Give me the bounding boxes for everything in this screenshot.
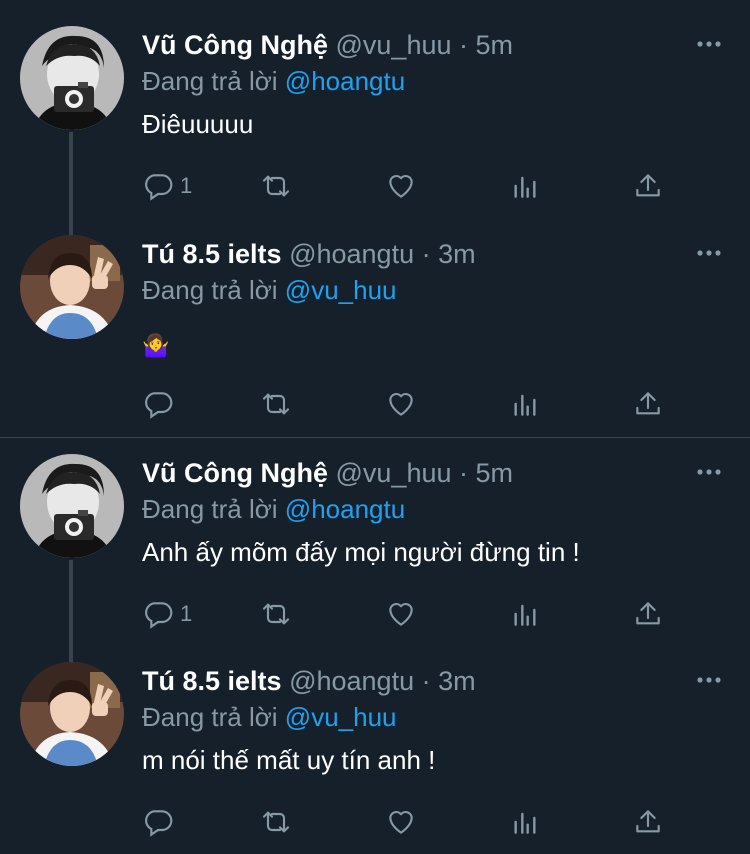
share-button[interactable] <box>632 802 664 842</box>
avatar[interactable] <box>20 454 124 558</box>
replying-to-line: Đang trả lời @hoangtu <box>142 492 405 526</box>
reply-button[interactable] <box>142 384 180 424</box>
reply-icon <box>142 388 174 420</box>
tweet[interactable]: Vũ Công Nghệ @vu_huu · 5m Đang trả lời @… <box>0 0 750 236</box>
separator-dot: · <box>421 666 431 696</box>
analytics-button[interactable] <box>509 594 541 634</box>
tweet-text: Anh ấy mõm đấy mọi người đừng tin ! <box>142 537 580 567</box>
retweet-button[interactable] <box>260 166 292 206</box>
like-button[interactable] <box>385 384 417 424</box>
retweet-icon <box>260 170 292 202</box>
separator-dot: · <box>459 30 469 60</box>
more-options-icon[interactable] <box>696 462 722 482</box>
separator-dot: · <box>459 458 469 488</box>
tweet[interactable]: Vũ Công Nghệ @vu_huu · 5m Đang trả lời @… <box>0 428 750 664</box>
reply-count: 1 <box>180 173 193 198</box>
display-name[interactable]: Vũ Công Nghệ <box>142 458 328 488</box>
avatar[interactable] <box>20 662 124 766</box>
share-button[interactable] <box>632 384 664 424</box>
retweet-icon <box>260 388 292 420</box>
tweet-actions <box>142 384 662 424</box>
share-icon <box>632 598 664 630</box>
tweet-actions <box>142 802 662 842</box>
timestamp[interactable]: 5m <box>476 458 514 488</box>
separator-dot: · <box>421 239 431 269</box>
replying-to-line: Đang trả lời @vu_huu <box>142 700 397 734</box>
avatar[interactable] <box>20 235 124 339</box>
replying-to-label: Đang trả lời <box>142 494 278 524</box>
mention-link[interactable]: @hoangtu <box>285 494 405 524</box>
tweet-header: Vũ Công Nghệ @vu_huu · 5m <box>142 28 670 62</box>
retweet-icon <box>260 806 292 838</box>
user-handle[interactable]: @vu_huu <box>336 30 452 60</box>
tweet-header: Tú 8.5 ielts @hoangtu · 3m <box>142 664 670 698</box>
more-options-icon[interactable] <box>696 243 722 263</box>
display-name[interactable]: Tú 8.5 ielts <box>142 239 282 269</box>
display-name[interactable]: Tú 8.5 ielts <box>142 666 282 696</box>
mention-link[interactable]: @vu_huu <box>285 275 397 305</box>
user-handle[interactable]: @hoangtu <box>289 239 414 269</box>
reply-icon <box>142 598 174 630</box>
bar-chart-icon <box>509 598 541 630</box>
bar-chart-icon <box>509 388 541 420</box>
mention-link[interactable]: @vu_huu <box>285 702 397 732</box>
replying-to-label: Đang trả lời <box>142 275 278 305</box>
avatar[interactable] <box>20 26 124 130</box>
retweet-button[interactable] <box>260 802 292 842</box>
reply-button[interactable] <box>142 802 180 842</box>
share-icon <box>632 170 664 202</box>
like-button[interactable] <box>385 594 417 634</box>
tweet-text: m nói thế mất uy tín anh ! <box>142 745 436 775</box>
user-handle[interactable]: @vu_huu <box>336 458 452 488</box>
analytics-button[interactable] <box>509 166 541 206</box>
tweet-text: Điêuuuuu <box>142 109 254 139</box>
heart-icon <box>385 170 417 202</box>
display-name[interactable]: Vũ Công Nghệ <box>142 30 328 60</box>
tweet-header: Tú 8.5 ielts @hoangtu · 3m <box>142 237 670 271</box>
reply-button[interactable]: 1 <box>142 166 192 206</box>
like-button[interactable] <box>385 166 417 206</box>
analytics-button[interactable] <box>509 384 541 424</box>
more-options-icon[interactable] <box>696 670 722 690</box>
tweet-actions: 1 <box>142 166 662 206</box>
share-button[interactable] <box>632 594 664 634</box>
reply-button[interactable]: 1 <box>142 594 192 634</box>
replying-to-line: Đang trả lời @vu_huu <box>142 273 397 307</box>
tweet-text: 🤷‍♀️ <box>142 333 170 358</box>
bar-chart-icon <box>509 170 541 202</box>
replying-to-label: Đang trả lời <box>142 66 278 96</box>
like-button[interactable] <box>385 802 417 842</box>
reply-icon <box>142 806 174 838</box>
heart-icon <box>385 598 417 630</box>
tweet-header: Vũ Công Nghệ @vu_huu · 5m <box>142 456 670 490</box>
timestamp[interactable]: 5m <box>476 30 514 60</box>
user-handle[interactable]: @hoangtu <box>289 666 414 696</box>
timestamp[interactable]: 3m <box>438 239 476 269</box>
reply-icon <box>142 170 174 202</box>
more-options-icon[interactable] <box>696 34 722 54</box>
replying-to-label: Đang trả lời <box>142 702 278 732</box>
heart-icon <box>385 806 417 838</box>
timestamp[interactable]: 3m <box>438 666 476 696</box>
replying-to-line: Đang trả lời @hoangtu <box>142 64 405 98</box>
tweet[interactable]: Tú 8.5 ielts @hoangtu · 3m Đang trả lời … <box>0 636 750 846</box>
share-icon <box>632 806 664 838</box>
reply-count: 1 <box>180 601 193 626</box>
analytics-button[interactable] <box>509 802 541 842</box>
retweet-icon <box>260 598 292 630</box>
heart-icon <box>385 388 417 420</box>
tweet[interactable]: Tú 8.5 ielts @hoangtu · 3m Đang trả lời … <box>0 209 750 419</box>
bar-chart-icon <box>509 806 541 838</box>
tweet-actions: 1 <box>142 594 662 634</box>
share-icon <box>632 388 664 420</box>
share-button[interactable] <box>632 166 664 206</box>
retweet-button[interactable] <box>260 594 292 634</box>
retweet-button[interactable] <box>260 384 292 424</box>
mention-link[interactable]: @hoangtu <box>285 66 405 96</box>
